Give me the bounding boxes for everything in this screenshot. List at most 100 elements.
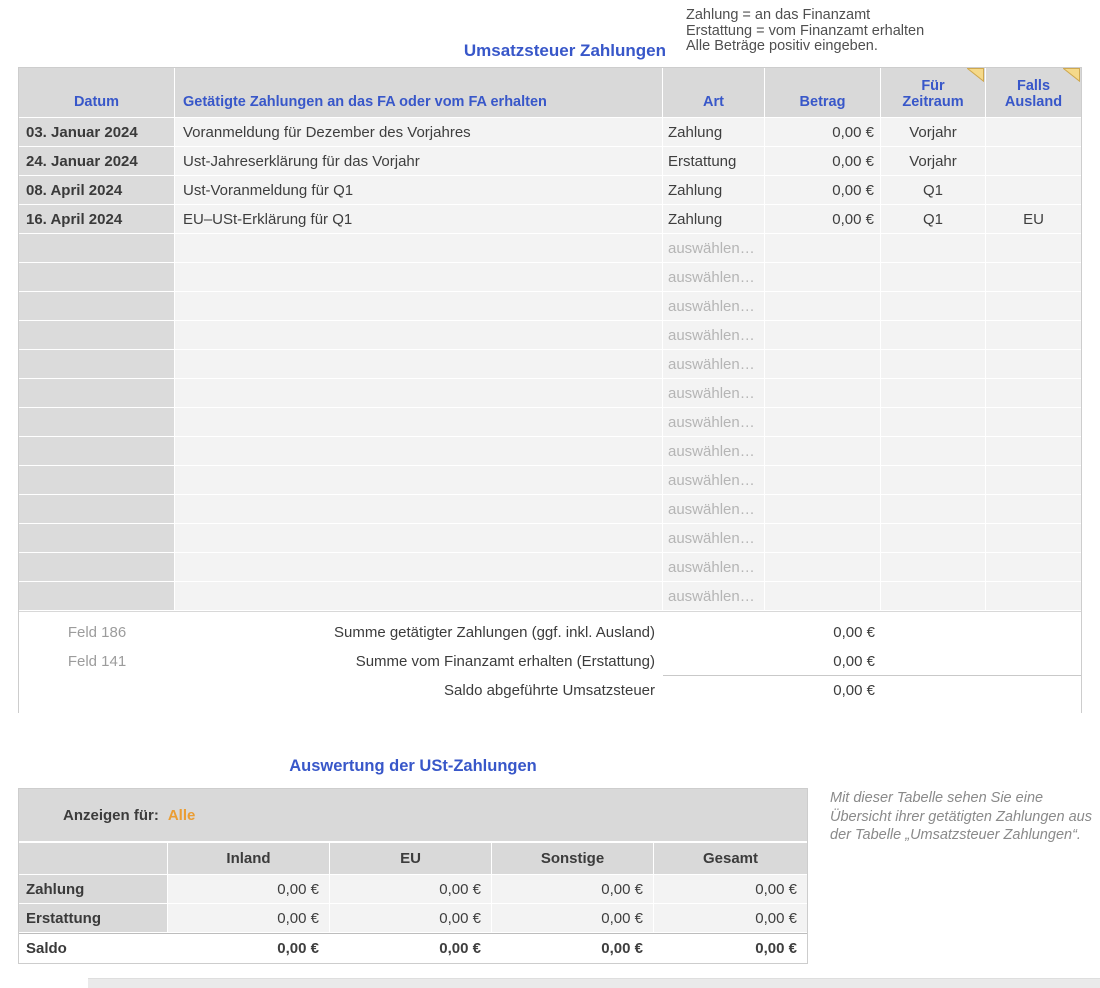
art-select-cell[interactable]: auswählen…: [663, 437, 765, 466]
cell-ausland[interactable]: [986, 176, 1081, 205]
art-select-cell[interactable]: auswählen…: [663, 582, 765, 611]
cell-beschreibung[interactable]: [175, 321, 663, 350]
cell-betrag[interactable]: [765, 437, 881, 466]
cell-betrag[interactable]: [765, 466, 881, 495]
cell-zeitraum[interactable]: [881, 408, 986, 437]
cell-datum[interactable]: [19, 350, 175, 379]
art-select-cell[interactable]: auswählen…: [663, 292, 765, 321]
cell-betrag[interactable]: [765, 408, 881, 437]
art-select-cell[interactable]: auswählen…: [663, 263, 765, 292]
cell-beschreibung[interactable]: [175, 524, 663, 553]
cell-art[interactable]: Erstattung: [663, 147, 765, 176]
cell-datum[interactable]: 16. April 2024: [19, 205, 175, 234]
cell-betrag[interactable]: [765, 582, 881, 611]
cell-betrag[interactable]: 0,00 €: [765, 205, 881, 234]
cell-beschreibung[interactable]: [175, 553, 663, 582]
cell-ausland[interactable]: [986, 466, 1081, 495]
art-select-cell[interactable]: auswählen…: [663, 495, 765, 524]
cell-datum[interactable]: [19, 495, 175, 524]
cell-beschreibung[interactable]: [175, 466, 663, 495]
cell-datum[interactable]: 24. Januar 2024: [19, 147, 175, 176]
cell-zeitraum[interactable]: [881, 321, 986, 350]
cell-datum[interactable]: [19, 234, 175, 263]
cell-beschreibung[interactable]: [175, 379, 663, 408]
cell-zeitraum[interactable]: [881, 234, 986, 263]
cell-art[interactable]: Zahlung: [663, 205, 765, 234]
cell-datum[interactable]: [19, 321, 175, 350]
art-select-cell[interactable]: auswählen…: [663, 350, 765, 379]
cell-ausland[interactable]: [986, 582, 1081, 611]
cell-ausland[interactable]: [986, 495, 1081, 524]
cell-datum[interactable]: [19, 408, 175, 437]
cell-beschreibung[interactable]: [175, 437, 663, 466]
cell-art[interactable]: Zahlung: [663, 176, 765, 205]
cell-zeitraum[interactable]: [881, 466, 986, 495]
cell-zeitraum[interactable]: Q1: [881, 205, 986, 234]
cell-beschreibung[interactable]: [175, 408, 663, 437]
cell-ausland[interactable]: [986, 350, 1081, 379]
cell-zeitraum[interactable]: Q1: [881, 176, 986, 205]
cell-betrag[interactable]: [765, 524, 881, 553]
cell-betrag[interactable]: [765, 553, 881, 582]
cell-betrag[interactable]: [765, 495, 881, 524]
cell-zeitraum[interactable]: [881, 292, 986, 321]
cell-betrag[interactable]: 0,00 €: [765, 147, 881, 176]
cell-datum[interactable]: [19, 553, 175, 582]
cell-ausland[interactable]: [986, 524, 1081, 553]
cell-datum[interactable]: [19, 582, 175, 611]
cell-zeitraum[interactable]: [881, 379, 986, 408]
art-select-cell[interactable]: auswählen…: [663, 408, 765, 437]
art-select-cell[interactable]: auswählen…: [663, 321, 765, 350]
art-select-cell[interactable]: auswählen…: [663, 524, 765, 553]
cell-zeitraum[interactable]: [881, 495, 986, 524]
cell-beschreibung[interactable]: [175, 495, 663, 524]
cell-datum[interactable]: 08. April 2024: [19, 176, 175, 205]
cell-zeitraum[interactable]: [881, 553, 986, 582]
cell-ausland[interactable]: [986, 321, 1081, 350]
cell-betrag[interactable]: [765, 321, 881, 350]
art-select-cell[interactable]: auswählen…: [663, 553, 765, 582]
comment-marker-icon[interactable]: [967, 68, 984, 82]
cell-ausland[interactable]: [986, 234, 1081, 263]
cell-datum[interactable]: 03. Januar 2024: [19, 118, 175, 147]
cell-datum[interactable]: [19, 263, 175, 292]
cell-ausland[interactable]: [986, 263, 1081, 292]
cell-beschreibung[interactable]: Voranmeldung für Dezember des Vorjahres: [175, 118, 663, 147]
cell-ausland[interactable]: [986, 408, 1081, 437]
cell-beschreibung[interactable]: Ust-Voranmeldung für Q1: [175, 176, 663, 205]
cell-zeitraum[interactable]: [881, 350, 986, 379]
cell-beschreibung[interactable]: [175, 234, 663, 263]
cell-betrag[interactable]: [765, 234, 881, 263]
cell-zeitraum[interactable]: [881, 263, 986, 292]
cell-beschreibung[interactable]: Ust-Jahreserklärung für das Vorjahr: [175, 147, 663, 176]
cell-datum[interactable]: [19, 437, 175, 466]
cell-beschreibung[interactable]: [175, 350, 663, 379]
comment-marker-icon[interactable]: [1063, 68, 1080, 82]
cell-betrag[interactable]: [765, 263, 881, 292]
cell-datum[interactable]: [19, 524, 175, 553]
cell-betrag[interactable]: 0,00 €: [765, 176, 881, 205]
filter-value-popup[interactable]: Alle: [168, 807, 196, 824]
cell-zeitraum[interactable]: [881, 582, 986, 611]
cell-ausland[interactable]: [986, 379, 1081, 408]
cell-datum[interactable]: [19, 292, 175, 321]
cell-betrag[interactable]: [765, 292, 881, 321]
cell-datum[interactable]: [19, 379, 175, 408]
cell-zeitraum[interactable]: Vorjahr: [881, 118, 986, 147]
art-select-cell[interactable]: auswählen…: [663, 379, 765, 408]
cell-beschreibung[interactable]: [175, 292, 663, 321]
cell-zeitraum[interactable]: [881, 437, 986, 466]
cell-zeitraum[interactable]: Vorjahr: [881, 147, 986, 176]
cell-betrag[interactable]: 0,00 €: [765, 118, 881, 147]
cell-datum[interactable]: [19, 466, 175, 495]
cell-ausland[interactable]: [986, 147, 1081, 176]
cell-ausland[interactable]: [986, 437, 1081, 466]
cell-beschreibung[interactable]: [175, 263, 663, 292]
cell-ausland[interactable]: EU: [986, 205, 1081, 234]
art-select-cell[interactable]: auswählen…: [663, 466, 765, 495]
cell-ausland[interactable]: [986, 292, 1081, 321]
cell-betrag[interactable]: [765, 350, 881, 379]
cell-ausland[interactable]: [986, 553, 1081, 582]
cell-ausland[interactable]: [986, 118, 1081, 147]
cell-art[interactable]: Zahlung: [663, 118, 765, 147]
